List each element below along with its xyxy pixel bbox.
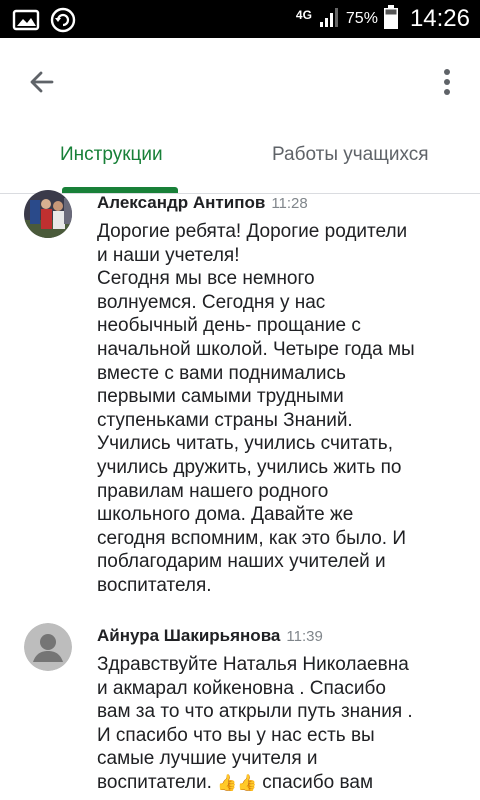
battery-icon bbox=[383, 4, 398, 34]
tab-student-works[interactable]: Работы учащихся bbox=[272, 144, 429, 166]
avatar[interactable] bbox=[24, 190, 72, 238]
user-photo-icon bbox=[24, 190, 72, 238]
sync-icon bbox=[50, 7, 76, 38]
gallery-icon bbox=[12, 8, 40, 37]
back-button[interactable] bbox=[22, 62, 62, 102]
comment-author: Айнура Шакирьянова bbox=[97, 626, 281, 645]
comment-text: Здравствуйте Наталья Николаевна и акмара… bbox=[97, 653, 467, 796]
clock: 14:26 bbox=[409, 5, 470, 32]
more-options-button[interactable] bbox=[432, 62, 462, 102]
more-vert-icon bbox=[444, 69, 450, 95]
battery-percent: 75% bbox=[345, 10, 378, 27]
network-type: 4G bbox=[295, 7, 312, 22]
tab-bar: Инструкции Работы учащихся bbox=[0, 130, 480, 194]
avatar[interactable] bbox=[24, 623, 72, 671]
comment-text: Дорогие ребята! Дорогие родители и наши … bbox=[97, 221, 415, 596]
comment-author: Александр Антипов bbox=[97, 193, 266, 212]
status-bar: 4G 75% 14:26 bbox=[0, 0, 480, 38]
default-person-icon bbox=[24, 623, 72, 671]
comment-time: 11:39 bbox=[286, 628, 323, 645]
comment-time: 11:28 bbox=[271, 195, 308, 212]
comment-text-end: спасибо вам bbox=[262, 771, 374, 793]
signal-icon bbox=[318, 6, 340, 33]
tab-instructions[interactable]: Инструкции bbox=[60, 144, 163, 166]
app-bar bbox=[0, 38, 480, 122]
arrow-back-icon bbox=[30, 71, 54, 93]
thumbs-up-emoji: 👍👍 bbox=[217, 774, 258, 792]
